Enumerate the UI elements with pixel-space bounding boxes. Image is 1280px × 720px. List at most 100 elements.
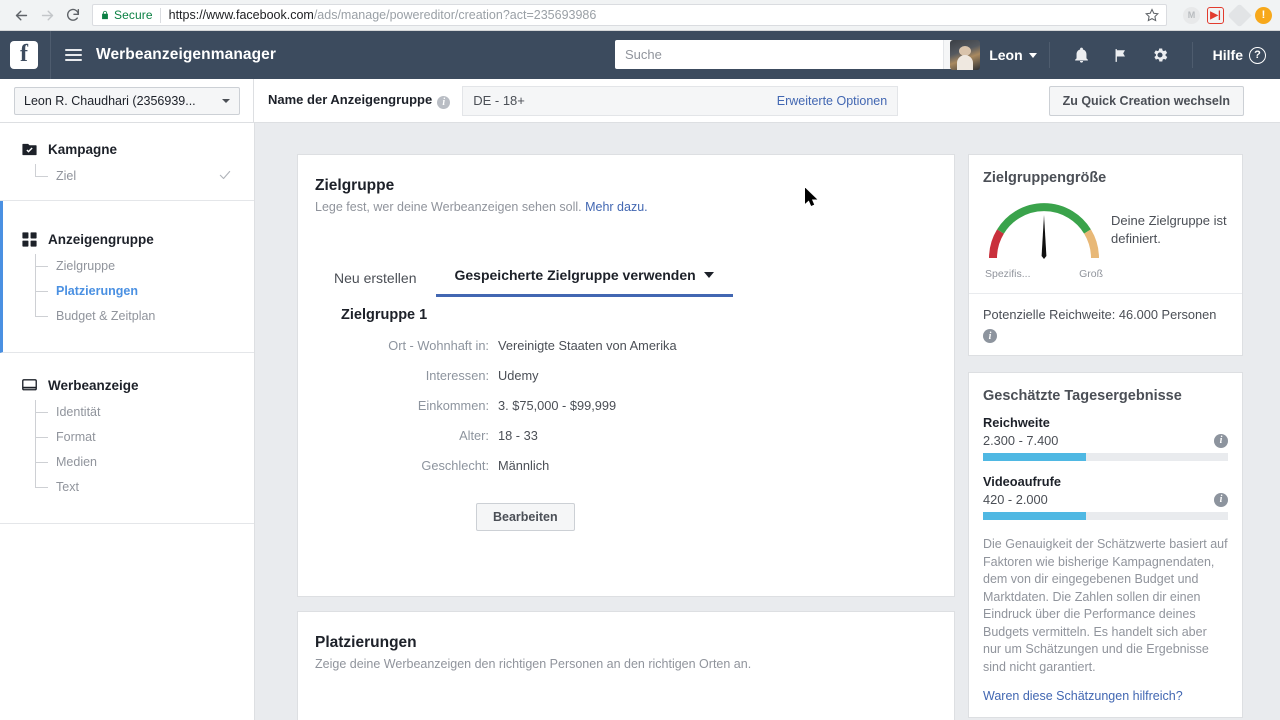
sidebar-section-title: Kampagne [48,142,118,157]
check-icon [218,168,232,185]
advanced-options-link[interactable]: Erweiterte Optionen [777,94,887,108]
audience-row-value: Vereinigte Staaten von Amerika [498,338,677,353]
sidebar-item-identitaet[interactable]: Identität [35,400,254,422]
sidebar-item-label: Medien [56,455,97,469]
facebook-logo[interactable]: f [10,41,38,69]
help-label[interactable]: Hilfe [1213,47,1243,63]
estimates-helpful-link[interactable]: Waren diese Schätzungen hilfreich? [983,689,1228,703]
tab-label: Neu erstellen [334,270,417,286]
question-mark-icon[interactable]: ? [1249,46,1266,64]
sidebar-item-label: Format [56,430,96,444]
adset-name-value: DE - 18+ [473,93,525,108]
sidebar-item-label: Identität [56,405,101,419]
metric-reichweite: Reichweite 2.300 - 7.400 i [983,415,1228,461]
metric-bar-fill [983,453,1086,461]
audience-row-location: Ort - Wohnhaft in: Vereinigte Staaten vo… [298,338,954,353]
sidebar-item-ziel[interactable]: Ziel [35,164,254,186]
audience-size-message: Deine Zielgruppe ist definiert. [1111,213,1227,246]
m-extension-icon[interactable]: M [1183,6,1200,24]
audience-size-card: Zielgruppengröße Spezifis... Groß Deine … [968,154,1243,356]
grey-shield-extension-icon[interactable] [1227,2,1252,28]
adset-name-label: Name der Anzeigengruppe i [268,92,451,109]
info-icon[interactable]: i [983,329,997,343]
metric-value-row: 420 - 2.000 i [983,492,1228,507]
orange-alert-extension-icon[interactable]: ! [1255,6,1272,24]
topbar-divider-2 [1048,42,1050,68]
account-selector[interactable]: Leon R. Chaudhari (2356939... [14,86,240,115]
metric-label: Videoaufrufe [983,474,1061,489]
info-icon[interactable]: i [437,96,451,109]
audience-row-age: Alter: 18 - 33 [298,428,954,443]
search-box[interactable] [615,40,975,69]
sidebar-item-format[interactable]: Format [35,413,254,447]
reload-button[interactable] [60,2,86,28]
topbar-divider-3 [1191,42,1193,68]
sidebar-section-anzeigengruppe: Anzeigengruppe Zielgruppe Platzierungen … [0,201,254,353]
gauge-labels: Spezifis... Groß [983,268,1105,280]
user-name[interactable]: Leon [989,47,1022,63]
sidebar-item-anzeigengruppe[interactable]: Anzeigengruppe [3,231,254,248]
flag-icon[interactable] [1112,47,1129,64]
placements-card: Platzierungen Zeige deine Werbeanzeigen … [297,611,955,720]
sidebar-section-title: Anzeigengruppe [48,232,154,247]
quick-creation-button[interactable]: Zu Quick Creation wechseln [1048,85,1244,116]
right-panel: Zielgruppengröße Spezifis... Groß Deine … [968,154,1243,720]
info-icon[interactable]: i [1214,433,1228,448]
audience-card-header: Zielgruppe Lege fest, wer deine Werbeanz… [298,155,954,214]
account-selector-label: Leon R. Chaudhari (2356939... [24,93,196,108]
url-text: https://www.facebook.com/ads/manage/powe… [169,8,1139,22]
audience-row-value: 18 - 33 [498,428,538,443]
forward-button [34,2,60,28]
chevron-down-icon [703,272,714,278]
metric-value: 420 - 2.000 [983,492,1048,507]
audience-card-subtitle-text: Lege fest, wer deine Werbeanzeigen sehen… [315,200,582,214]
sidebar-item-zielgruppe[interactable]: Zielgruppe [35,254,254,276]
chevron-down-icon[interactable] [1028,52,1037,58]
tab-neu-erstellen[interactable]: Neu erstellen [315,270,436,297]
omnibox-divider [159,7,161,23]
audience-row-value: 3. $75,000 - $99,999 [498,398,617,413]
metric-bar-fill [983,512,1086,520]
back-button[interactable] [8,2,34,28]
url-path: /ads/manage/powereditor/creation?act=235… [313,8,597,22]
sub-header-bar: Leon R. Chaudhari (2356939... Name der A… [0,78,1280,123]
sidebar-item-budget-zeitplan[interactable]: Budget & Zeitplan [35,292,254,326]
audience-row-value: Männlich [498,458,550,473]
bell-icon[interactable] [1073,47,1090,64]
learn-more-link[interactable]: Mehr dazu. [585,200,648,214]
sidebar-item-kampagne[interactable]: Kampagne [0,141,254,158]
avatar[interactable] [950,40,981,70]
potential-reach: Potenzielle Reichweite: 46.000 Personen … [969,293,1242,355]
sidebar-item-medien[interactable]: Medien [35,438,254,472]
sidebar-item-platzierungen[interactable]: Platzierungen [35,267,254,301]
gear-icon[interactable] [1151,46,1169,64]
sidebar-sublist-kampagne: Ziel [35,164,254,186]
daily-results-card: Geschätzte Tagesergebnisse Reichweite 2.… [968,372,1243,718]
address-bar[interactable]: Secure https://www.facebook.com/ads/mana… [92,4,1167,26]
search-input[interactable] [615,40,943,69]
audience-row-label: Einkommen: [417,398,489,413]
metric-value: 2.300 - 7.400 [983,433,1059,448]
topbar-divider [50,31,51,79]
lock-icon [100,9,110,21]
main-content: Zielgruppe Lege fest, wer deine Werbeanz… [255,123,1280,720]
sidebar-item-label: Zielgruppe [56,259,116,273]
ad-screen-icon [21,377,38,394]
edit-button[interactable]: Bearbeiten [476,503,575,531]
sidebar-item-text[interactable]: Text [35,463,254,497]
sidebar-item-werbeanzeige[interactable]: Werbeanzeige [0,377,254,394]
sidebar-section-werbeanzeige: Werbeanzeige Identität Format Medien Tex… [0,353,254,524]
sidebar-sublist-anzeigengruppe: Zielgruppe Platzierungen Budget & Zeitpl… [35,254,254,326]
sidebar-item-label: Ziel [56,169,77,183]
info-icon[interactable]: i [1214,492,1228,507]
adset-name-field[interactable]: DE - 18+ Erweiterte Optionen [462,85,899,116]
hamburger-menu-icon[interactable] [65,46,82,64]
estimates-disclaimer: Die Genauigkeit der Schätzwerte basiert … [983,537,1228,674]
star-icon[interactable] [1145,8,1159,22]
sidebar-item-label: Platzierungen [56,284,138,298]
adset-grid-icon [21,231,38,248]
tab-gespeicherte-zielgruppe[interactable]: Gespeicherte Zielgruppe verwenden [435,267,733,297]
red-bracket-extension-icon[interactable]: ▶| [1207,6,1224,24]
metric-value-row: 2.300 - 7.400 i [983,433,1228,448]
audience-row-gender: Geschlecht: Männlich [298,458,954,473]
